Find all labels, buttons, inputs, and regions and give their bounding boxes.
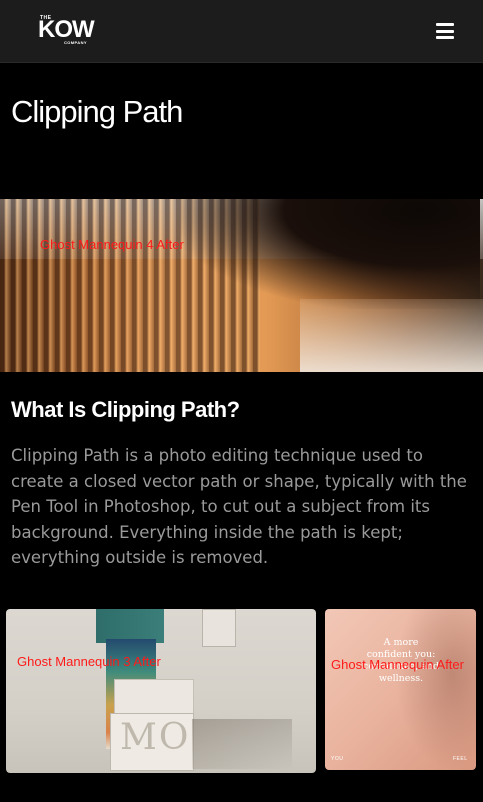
gallery-image-1[interactable]: MO Ghost Mannequin 3 After: [6, 609, 316, 773]
gallery-image-1-alt-text: Ghost Mannequin 3 After: [17, 654, 161, 669]
kow-company-logo[interactable]: THE KOW COMPANY: [38, 13, 102, 47]
hamburger-menu-icon[interactable]: [435, 21, 455, 41]
box-logo-text: MO: [120, 717, 191, 758]
page-title: Clipping Path: [11, 94, 183, 129]
card-footer-right: FEEL: [453, 756, 468, 762]
card-footer-left: YOU: [331, 756, 344, 762]
section-body-text: Clipping Path is a photo editing techniq…: [11, 446, 467, 567]
gallery-image-2[interactable]: A more confident you: confidence, and we…: [325, 609, 476, 770]
site-header: THE KOW COMPANY: [0, 0, 483, 63]
section-heading: What Is Clipping Path?: [11, 397, 240, 422]
hero-image-alt-text: Ghost Mannequin 4 After: [40, 237, 184, 252]
logo-bottom-text: COMPANY: [64, 40, 87, 45]
gallery-image-2-alt-text: Ghost Mannequin After: [331, 657, 464, 672]
hero-image: Ghost Mannequin 4 After: [0, 199, 483, 372]
